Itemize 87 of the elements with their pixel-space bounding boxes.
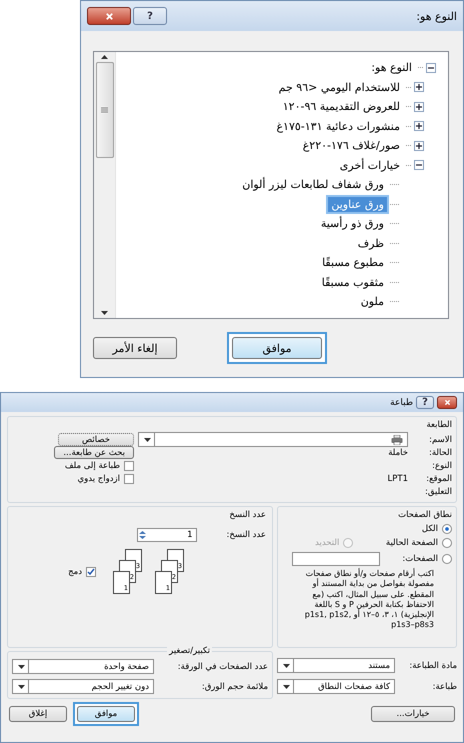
caret-icon [144, 438, 151, 442]
grip-icon [101, 107, 108, 113]
close-button[interactable] [87, 7, 131, 25]
plus-icon [416, 123, 422, 130]
tree-item[interactable]: ورق ذو رأسية [318, 216, 387, 232]
field-label: الموقع: [425, 474, 452, 484]
field-label: ملائمة حجم الورق: [200, 682, 268, 692]
checkbox[interactable] [86, 567, 96, 577]
field-label: طباعة: [432, 682, 457, 692]
close-button[interactable] [437, 396, 457, 409]
caret-icon [101, 311, 108, 315]
help-button[interactable]: ? [416, 396, 434, 409]
expander-toggle[interactable] [414, 140, 424, 151]
radio-button[interactable] [442, 538, 452, 548]
window-title: النوع هو: [416, 10, 457, 22]
options-button[interactable]: خيارات... [371, 706, 455, 722]
zoom-dropdown[interactable]: دون تغيير الحجم [12, 679, 154, 694]
minus-icon [416, 162, 422, 168]
expander-toggle[interactable] [414, 82, 424, 92]
copies-spinner[interactable]: 1 [136, 528, 197, 542]
radio-label: الصفحات: [402, 554, 438, 564]
tree-item[interactable]: منشورات دعائية ١٣١-١٧٥غ [273, 118, 403, 134]
scrollbar[interactable] [94, 52, 116, 318]
window-title: طباعة [390, 398, 413, 408]
radio-button[interactable] [442, 554, 452, 564]
checkbox-label: ازدواج يدوي [78, 474, 120, 484]
spin-arrows-icon [138, 530, 147, 540]
radio-label: الصفحة الحالية [386, 538, 438, 548]
help-button[interactable]: ? [133, 7, 167, 25]
checkbox[interactable] [124, 460, 134, 470]
find-printer-button[interactable]: بحث عن طابعة... [54, 446, 134, 459]
expander-toggle[interactable] [414, 160, 424, 170]
field-label: مادة الطباعة: [408, 660, 457, 670]
expander-toggle[interactable] [414, 121, 424, 132]
group-title: نطاق الصفحات [398, 510, 452, 520]
group-title: تكبير/تصغير [167, 646, 212, 656]
properties-button[interactable]: خصائص [58, 433, 134, 446]
printer-icon [391, 434, 403, 444]
expander-toggle[interactable] [426, 62, 436, 73]
caret-icon [18, 684, 25, 688]
tree-item[interactable]: للاستخدام اليومي <٩٦ جم [276, 80, 403, 95]
help-text: اكتب أرقام صفحات و/أو نطاق صفحات مفصولة بفواصل من بداية المستند أو المقطع. على سبيل المثال، اكتب (مع الاحتفاظ بكتابة الحرفين P و S باللغة الإنجليزية) ١، ٣، ٥–١٢ أو p1s1, p1s2, p1s3–p8s3 [304, 569, 434, 631]
field-label: التعليق: [424, 486, 452, 496]
printer-info: LPT1 [388, 474, 408, 484]
plus-icon [416, 84, 422, 90]
tree-item[interactable]: ملون [358, 294, 387, 310]
pages-field[interactable] [292, 552, 380, 566]
plus-icon [416, 142, 422, 149]
print-what-dropdown[interactable]: مستند [277, 658, 395, 673]
tree-item[interactable]: مطبوع مسبقًا [319, 255, 387, 270]
close-icon [444, 399, 450, 406]
tree-item[interactable]: النوع هو: [368, 60, 415, 76]
tree-item[interactable]: ظرف [354, 236, 387, 251]
group-title: الطابعة [426, 420, 452, 430]
close-icon [104, 12, 114, 20]
field-label: عدد النسخ: [226, 530, 266, 540]
tree-item[interactable]: مثقوب مسبقًا [318, 274, 387, 290]
minus-icon [428, 64, 434, 71]
zoom-dropdown[interactable]: صفحة واحدة [12, 659, 154, 674]
cancel-button[interactable]: إلغاء الأمر [93, 337, 177, 359]
caret-icon [283, 664, 290, 668]
checkbox[interactable] [124, 474, 134, 484]
tree-item[interactable]: للعروض التقديمية ٩٦-١٢٠ [280, 99, 403, 114]
checkbox-label: دمج [68, 567, 82, 577]
field-label: عدد الصفحات في الورقة: [176, 662, 268, 672]
radio-label: الكل [422, 524, 438, 534]
plus-icon [416, 104, 422, 110]
checkbox-label: طباعة إلى ملف [64, 460, 120, 470]
close-button[interactable]: إغلاق [9, 706, 67, 722]
caret-icon [18, 664, 25, 668]
field-label: الحالة: [428, 448, 452, 458]
printer-dropdown[interactable] [138, 432, 408, 447]
tree-item[interactable]: ورق شفاف لطابعات ليزر ألوان [239, 177, 387, 192]
field-label: النوع: [431, 460, 452, 470]
group-title: عدد النسخ [229, 510, 266, 520]
ok-button[interactable]: موافق [232, 337, 322, 360]
print-dropdown[interactable]: كافة صفحات النطاق [277, 679, 395, 694]
tree-item[interactable]: خيارات أخرى [336, 158, 403, 173]
caret-icon [101, 55, 108, 59]
ok-button[interactable]: موافق [77, 706, 135, 722]
caret-icon [283, 684, 290, 688]
tree-item[interactable]: صور/غلاف ١٧٦-٢٢٠غ [300, 138, 403, 154]
field-label: الاسم: [428, 434, 452, 444]
radio-button[interactable] [442, 524, 452, 534]
expander-toggle[interactable] [414, 102, 424, 112]
radio-label: التحديد [315, 538, 340, 548]
printer-info: خاملة [388, 448, 408, 458]
